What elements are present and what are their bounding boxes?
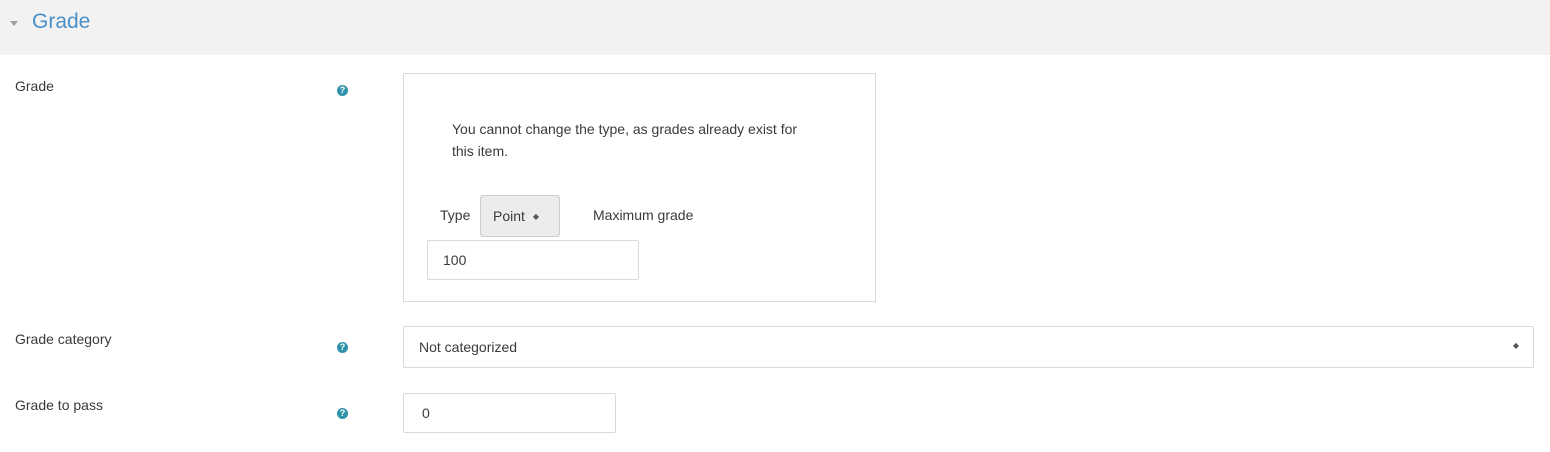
grade-category-label: Grade category — [15, 331, 112, 347]
grade-label: Grade — [15, 78, 54, 94]
maximum-grade-input[interactable] — [427, 240, 639, 280]
grade-category-value: Not categorized — [419, 339, 518, 355]
select-arrows-icon: ◆ — [532, 211, 540, 221]
grade-type-notice: You cannot change the type, as grades al… — [452, 121, 798, 159]
select-arrows-icon: ◆ — [1512, 341, 1519, 350]
help-icon[interactable]: ? — [337, 85, 348, 96]
type-label: Type — [440, 207, 471, 223]
grade-to-pass-label: Grade to pass — [15, 397, 103, 413]
help-icon[interactable]: ? — [337, 408, 348, 419]
grade-type-select[interactable]: Point ◆ — [480, 195, 560, 237]
grade-to-pass-input[interactable] — [403, 393, 616, 433]
help-icon[interactable]: ? — [337, 342, 348, 353]
maximum-grade-label: Maximum grade — [593, 207, 694, 223]
section-title[interactable]: Grade — [32, 8, 90, 36]
section-header-grade[interactable]: Grade — [0, 0, 1550, 55]
grade-type-value: Point — [493, 208, 525, 224]
grade-type-panel: You cannot change the type, as grades al… — [403, 73, 876, 302]
grade-settings-page: Grade Grade ? You cannot change the type… — [0, 0, 1550, 452]
grade-category-select[interactable]: Not categorized ◆ — [403, 326, 1534, 368]
chevron-down-icon[interactable] — [10, 21, 18, 26]
